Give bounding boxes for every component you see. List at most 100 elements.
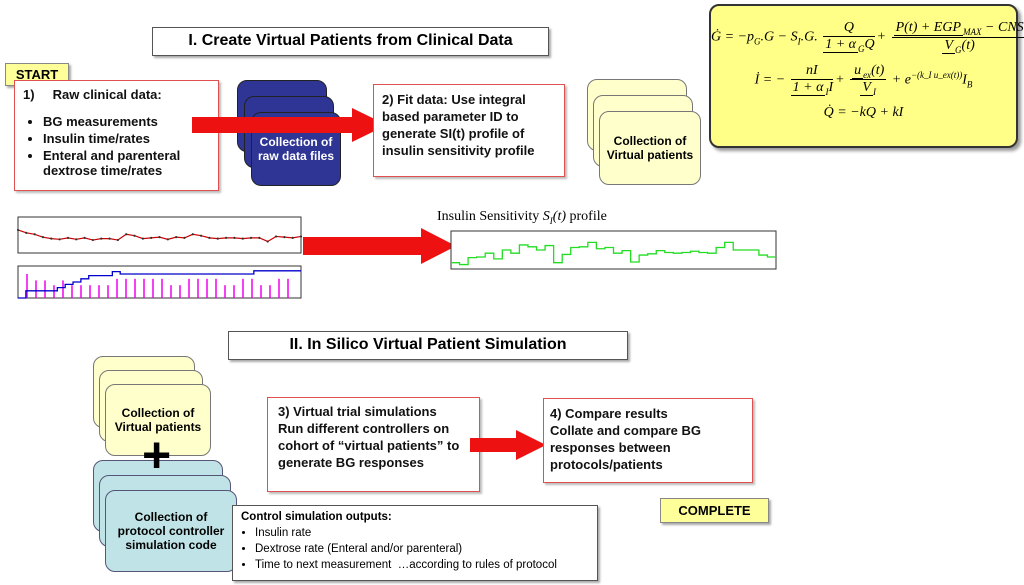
bg-point	[108, 237, 111, 240]
title-text: S	[542, 209, 550, 224]
title-text: (t)	[552, 209, 567, 224]
bg-point	[16, 228, 20, 232]
bg-point	[58, 238, 61, 241]
si-plot-title: Insulin Sensitivity SI(t) profile	[437, 209, 607, 226]
list-item: Insulin time/rates	[43, 131, 210, 146]
step2-box: 2) Fit data: Use integral based paramete…	[373, 84, 565, 177]
bg-point	[33, 233, 36, 236]
bg-point	[83, 236, 86, 239]
bg-point	[291, 236, 294, 239]
eq-text: .G − S	[760, 29, 798, 45]
list-item: BG measurements	[43, 114, 210, 129]
insulin-equation: İ = − nI 1 + α II + u ex(t) V I + e−(k_I u_ex(…	[754, 62, 973, 98]
workflow-diagram: I. Create Virtual Patients from Clinical…	[0, 0, 1024, 585]
bg-point	[224, 236, 228, 239]
eq-text: Ġ	[711, 29, 722, 45]
bg-point	[200, 234, 203, 237]
model-equations: Ġ = −pG.G − SI.G. Q1 + α GQ + P(t) + EGP MA…	[709, 4, 1024, 148]
eq-text: ex	[863, 69, 872, 80]
eq-text: Q	[823, 20, 875, 38]
si-profile-plot	[450, 230, 777, 270]
arrow-icon	[303, 228, 456, 264]
step4-text: Collate and compare BG responses between…	[550, 423, 701, 472]
step1-heading: 1) Raw clinical data:	[23, 87, 162, 102]
eq-text: Q	[864, 37, 875, 53]
eq-text: MAX	[963, 26, 982, 37]
bg-point	[141, 237, 144, 240]
bg-point	[266, 240, 269, 243]
step3-heading: 3) Virtual trial simulations	[278, 404, 437, 419]
eq-text: nI	[790, 63, 834, 80]
list-item: Insulin rate	[255, 525, 589, 541]
q-equation: Q̇ = −kQ + kI	[823, 105, 904, 121]
eq-text: V	[860, 80, 873, 97]
eq-text: = −p	[724, 29, 755, 45]
eq-text: P(t) + EGP	[893, 20, 964, 36]
simulation-outputs-box: Control simulation outputs: Insulin rate…	[232, 505, 598, 581]
title-text: profile	[566, 209, 607, 224]
bg-point	[41, 236, 45, 239]
bg-point	[175, 236, 178, 239]
glucose-equation: Ġ = −pG.G − SI.G. Q1 + α GQ + P(t) + EGP MA…	[711, 20, 1024, 55]
eq-text: I	[828, 80, 834, 95]
bg-point	[166, 238, 169, 241]
eq-text: u	[852, 62, 864, 79]
eq-text: (t)	[961, 37, 975, 53]
fraction: Q1 + α GQ	[823, 20, 875, 54]
fraction: u ex(t) V I	[850, 62, 887, 98]
bg-point	[208, 236, 211, 239]
list-item: Enteral and parenteral dextrose time/rat…	[43, 148, 210, 178]
bg-point	[283, 236, 286, 239]
title-text: Insulin Sensitivity	[437, 209, 543, 224]
fraction: P(t) + EGP MAX − CNS V G(t)	[891, 20, 1024, 55]
bg-point	[100, 237, 103, 240]
bg-point	[249, 236, 253, 239]
bg-point	[25, 231, 28, 234]
bg-point	[233, 236, 236, 239]
virtual-patients-top: Collection of Virtual patients	[599, 111, 701, 185]
eq-text: 1 + α	[790, 80, 826, 96]
bg-axes	[17, 216, 302, 254]
complete-label: COMPLETE	[660, 498, 769, 523]
eq-text: −(k_I u_ex(t))	[910, 69, 963, 80]
bg-point	[75, 238, 78, 241]
bg-point	[216, 237, 219, 240]
step3-box: 3) Virtual trial simulations Run differe…	[267, 397, 480, 492]
bg-point	[150, 236, 153, 239]
bg-point	[66, 236, 70, 239]
bg-point	[91, 238, 95, 242]
bg-point	[158, 236, 161, 239]
bg-point	[258, 236, 261, 239]
step4-heading: 4) Compare results	[550, 406, 668, 421]
clinical-data-plot	[16, 216, 303, 299]
eq-text: 1 + α	[823, 37, 859, 54]
eq-text: .G.	[800, 29, 818, 45]
list-item: Dextrose rate (Enteral and/or parenteral…	[255, 541, 589, 557]
plus-icon: +	[142, 427, 172, 483]
eq-text: + e	[891, 72, 911, 88]
bg-point	[241, 237, 244, 240]
step1-box: 1) Raw clinical data: BG measurements In…	[14, 80, 219, 191]
bg-point	[299, 235, 303, 238]
list-item: Time to next measurement …according to r…	[255, 557, 589, 573]
arrow-icon	[470, 430, 546, 460]
eq-text: I	[872, 87, 876, 98]
bg-point	[116, 238, 119, 242]
bg-point	[125, 233, 128, 236]
bg-point	[191, 233, 194, 236]
fraction: nI 1 + α II	[790, 63, 834, 97]
section2-title: II. In Silico Virtual Patient Simulation	[228, 331, 628, 360]
step1-list: BG measurements Insulin time/rates Enter…	[23, 114, 210, 178]
eq-text: B	[966, 78, 973, 89]
bg-point	[50, 237, 53, 240]
protocol-controller-code: Collection of protocol controller simula…	[105, 490, 237, 572]
step4-box: 4) Compare results Collate and compare B…	[543, 398, 753, 483]
section1-title: I. Create Virtual Patients from Clinical…	[152, 27, 549, 56]
step3-text: Run different controllers on cohort of “…	[278, 421, 460, 470]
bg-point	[183, 236, 186, 239]
outputs-heading: Control simulation outputs:	[241, 511, 392, 523]
arrow-icon	[192, 108, 387, 142]
eq-text: V	[942, 37, 956, 54]
bg-point	[274, 235, 278, 238]
eq-text: (t)	[871, 62, 885, 78]
